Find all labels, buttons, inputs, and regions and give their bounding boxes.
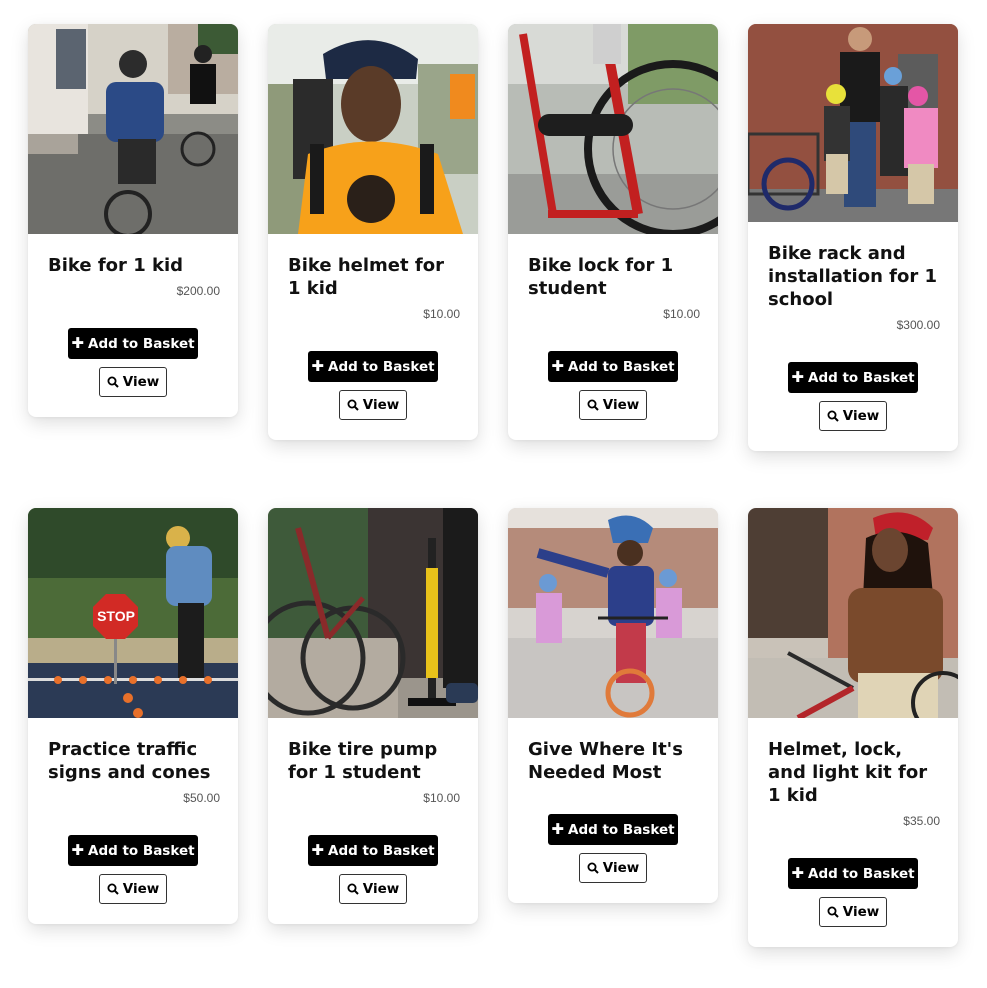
add-to-basket-label: Add to Basket [88,842,195,859]
svg-text:STOP: STOP [97,608,135,624]
search-icon [587,862,599,874]
view-button[interactable]: View [339,390,407,420]
search-icon [107,376,119,388]
search-icon [347,883,359,895]
product-title[interactable]: Practice traffic signs and cones [48,738,218,784]
view-button[interactable]: View [819,401,887,431]
product-title[interactable]: Give Where It's Needed Most [528,738,698,784]
search-icon [827,906,839,918]
product-title[interactable]: Bike rack and installation for 1 school [768,242,938,311]
product-card: Bike for 1 kid $200.00 ✚ Add to Basket Vi… [28,24,238,417]
view-button[interactable]: View [819,897,887,927]
view-label: View [842,904,880,920]
plus-icon: ✚ [311,357,324,375]
product-card: Bike lock for 1 student $10.00 ✚ Add to B… [508,24,718,440]
plus-icon: ✚ [791,864,804,882]
product-title[interactable]: Bike lock for 1 student [528,254,698,300]
add-to-basket-label: Add to Basket [328,358,435,375]
view-label: View [122,374,160,390]
plus-icon: ✚ [311,841,324,859]
view-label: View [842,408,880,424]
tire-pump-photo[interactable] [268,508,478,718]
plus-icon: ✚ [551,820,564,838]
search-icon [347,399,359,411]
add-to-basket-button[interactable]: ✚ Add to Basket [548,814,678,845]
add-to-basket-label: Add to Basket [568,821,675,838]
product-card: STOP Practice traffic signs and cones $5… [28,508,238,924]
product-price: $10.00 [423,791,460,805]
view-button[interactable]: View [99,367,167,397]
kids-riding-group-photo[interactable] [508,508,718,718]
add-to-basket-button[interactable]: ✚ Add to Basket [308,351,438,382]
plus-icon: ✚ [791,368,804,386]
red-bike-lock-photo[interactable] [508,24,718,234]
product-title[interactable]: Bike for 1 kid [48,254,218,277]
kid-in-helmet-photo[interactable] [268,24,478,234]
search-icon [827,410,839,422]
add-to-basket-label: Add to Basket [328,842,435,859]
product-price: $200.00 [176,284,220,298]
product-price: $10.00 [423,307,460,321]
plus-icon: ✚ [71,841,84,859]
product-title[interactable]: Bike tire pump for 1 student [288,738,458,784]
plus-icon: ✚ [71,334,84,352]
view-button[interactable]: View [579,853,647,883]
product-price: $300.00 [896,318,940,332]
plus-icon: ✚ [551,357,564,375]
add-to-basket-button[interactable]: ✚ Add to Basket [548,351,678,382]
product-card: Bike tire pump for 1 student $10.00 ✚ Add… [268,508,478,924]
view-button[interactable]: View [339,874,407,904]
product-title[interactable]: Helmet, lock, and light kit for 1 kid [768,738,938,807]
view-button[interactable]: View [99,874,167,904]
add-to-basket-button[interactable]: ✚ Add to Basket [788,858,918,889]
stop-sign-cones-photo[interactable]: STOP [28,508,238,718]
view-label: View [122,881,160,897]
family-at-bike-rack-photo[interactable] [748,24,958,222]
product-card: Bike helmet for 1 kid $10.00 ✚ Add to Bas… [268,24,478,440]
add-to-basket-label: Add to Basket [808,865,915,882]
add-to-basket-label: Add to Basket [808,369,915,386]
kid-riding-bike-photo[interactable] [28,24,238,234]
product-card: Bike rack and installation for 1 school … [748,24,958,451]
add-to-basket-label: Add to Basket [568,358,675,375]
add-to-basket-button[interactable]: ✚ Add to Basket [68,835,198,866]
product-price: $10.00 [663,307,700,321]
product-title[interactable]: Bike helmet for 1 kid [288,254,458,300]
product-price: $50.00 [183,791,220,805]
add-to-basket-label: Add to Basket [88,335,195,352]
search-icon [107,883,119,895]
girl-with-bike-photo[interactable] [748,508,958,718]
product-card: Give Where It's Needed Most ✚ Add to Bask… [508,508,718,903]
product-price: $35.00 [903,814,940,828]
view-button[interactable]: View [579,390,647,420]
view-label: View [362,881,400,897]
view-label: View [602,397,640,413]
add-to-basket-button[interactable]: ✚ Add to Basket [788,362,918,393]
add-to-basket-button[interactable]: ✚ Add to Basket [68,328,198,359]
search-icon [587,399,599,411]
add-to-basket-button[interactable]: ✚ Add to Basket [308,835,438,866]
view-label: View [602,860,640,876]
product-card: Helmet, lock, and light kit for 1 kid $3… [748,508,958,947]
view-label: View [362,397,400,413]
